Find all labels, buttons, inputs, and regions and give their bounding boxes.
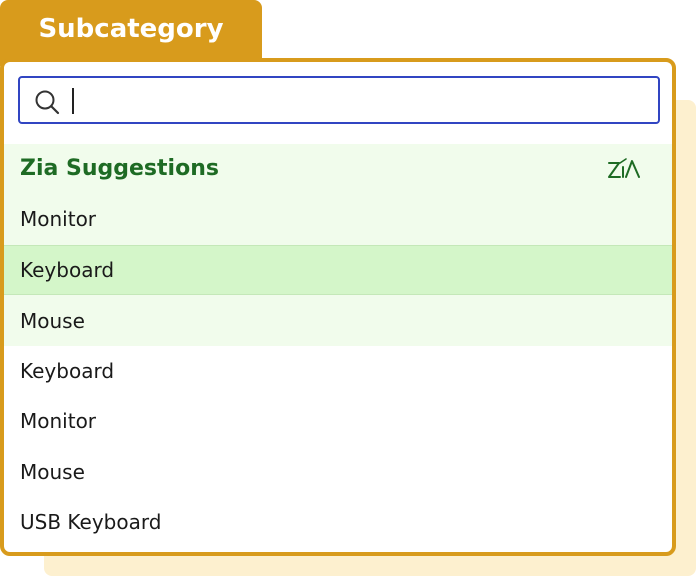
subcategory-dropdown: Zia Suggestions Monitor Keyboard Mouse K… [0,58,676,556]
search-input[interactable] [68,84,648,116]
zia-logo-icon [608,158,640,178]
text-cursor [72,88,74,114]
list-item[interactable]: USB Keyboard [4,497,672,547]
search-icon [35,90,60,115]
zia-suggestions-section: Zia Suggestions Monitor Keyboard Mouse [4,144,672,346]
list-item[interactable]: Mouse [4,447,672,497]
zia-suggestions-title: Zia Suggestions [20,156,219,181]
subcategory-tab: Subcategory [0,0,262,66]
list-item[interactable]: Monitor [4,396,672,446]
subcategory-title: Subcategory [38,14,224,44]
zia-suggestion-item[interactable]: Mouse [4,296,672,346]
zia-suggestions-header: Zia Suggestions [4,144,672,194]
list-item[interactable]: Keyboard [4,346,672,396]
zia-suggestion-item-highlighted[interactable]: Keyboard [4,245,672,295]
zia-suggestion-item[interactable]: Monitor [4,194,672,244]
search-box[interactable] [18,76,660,124]
